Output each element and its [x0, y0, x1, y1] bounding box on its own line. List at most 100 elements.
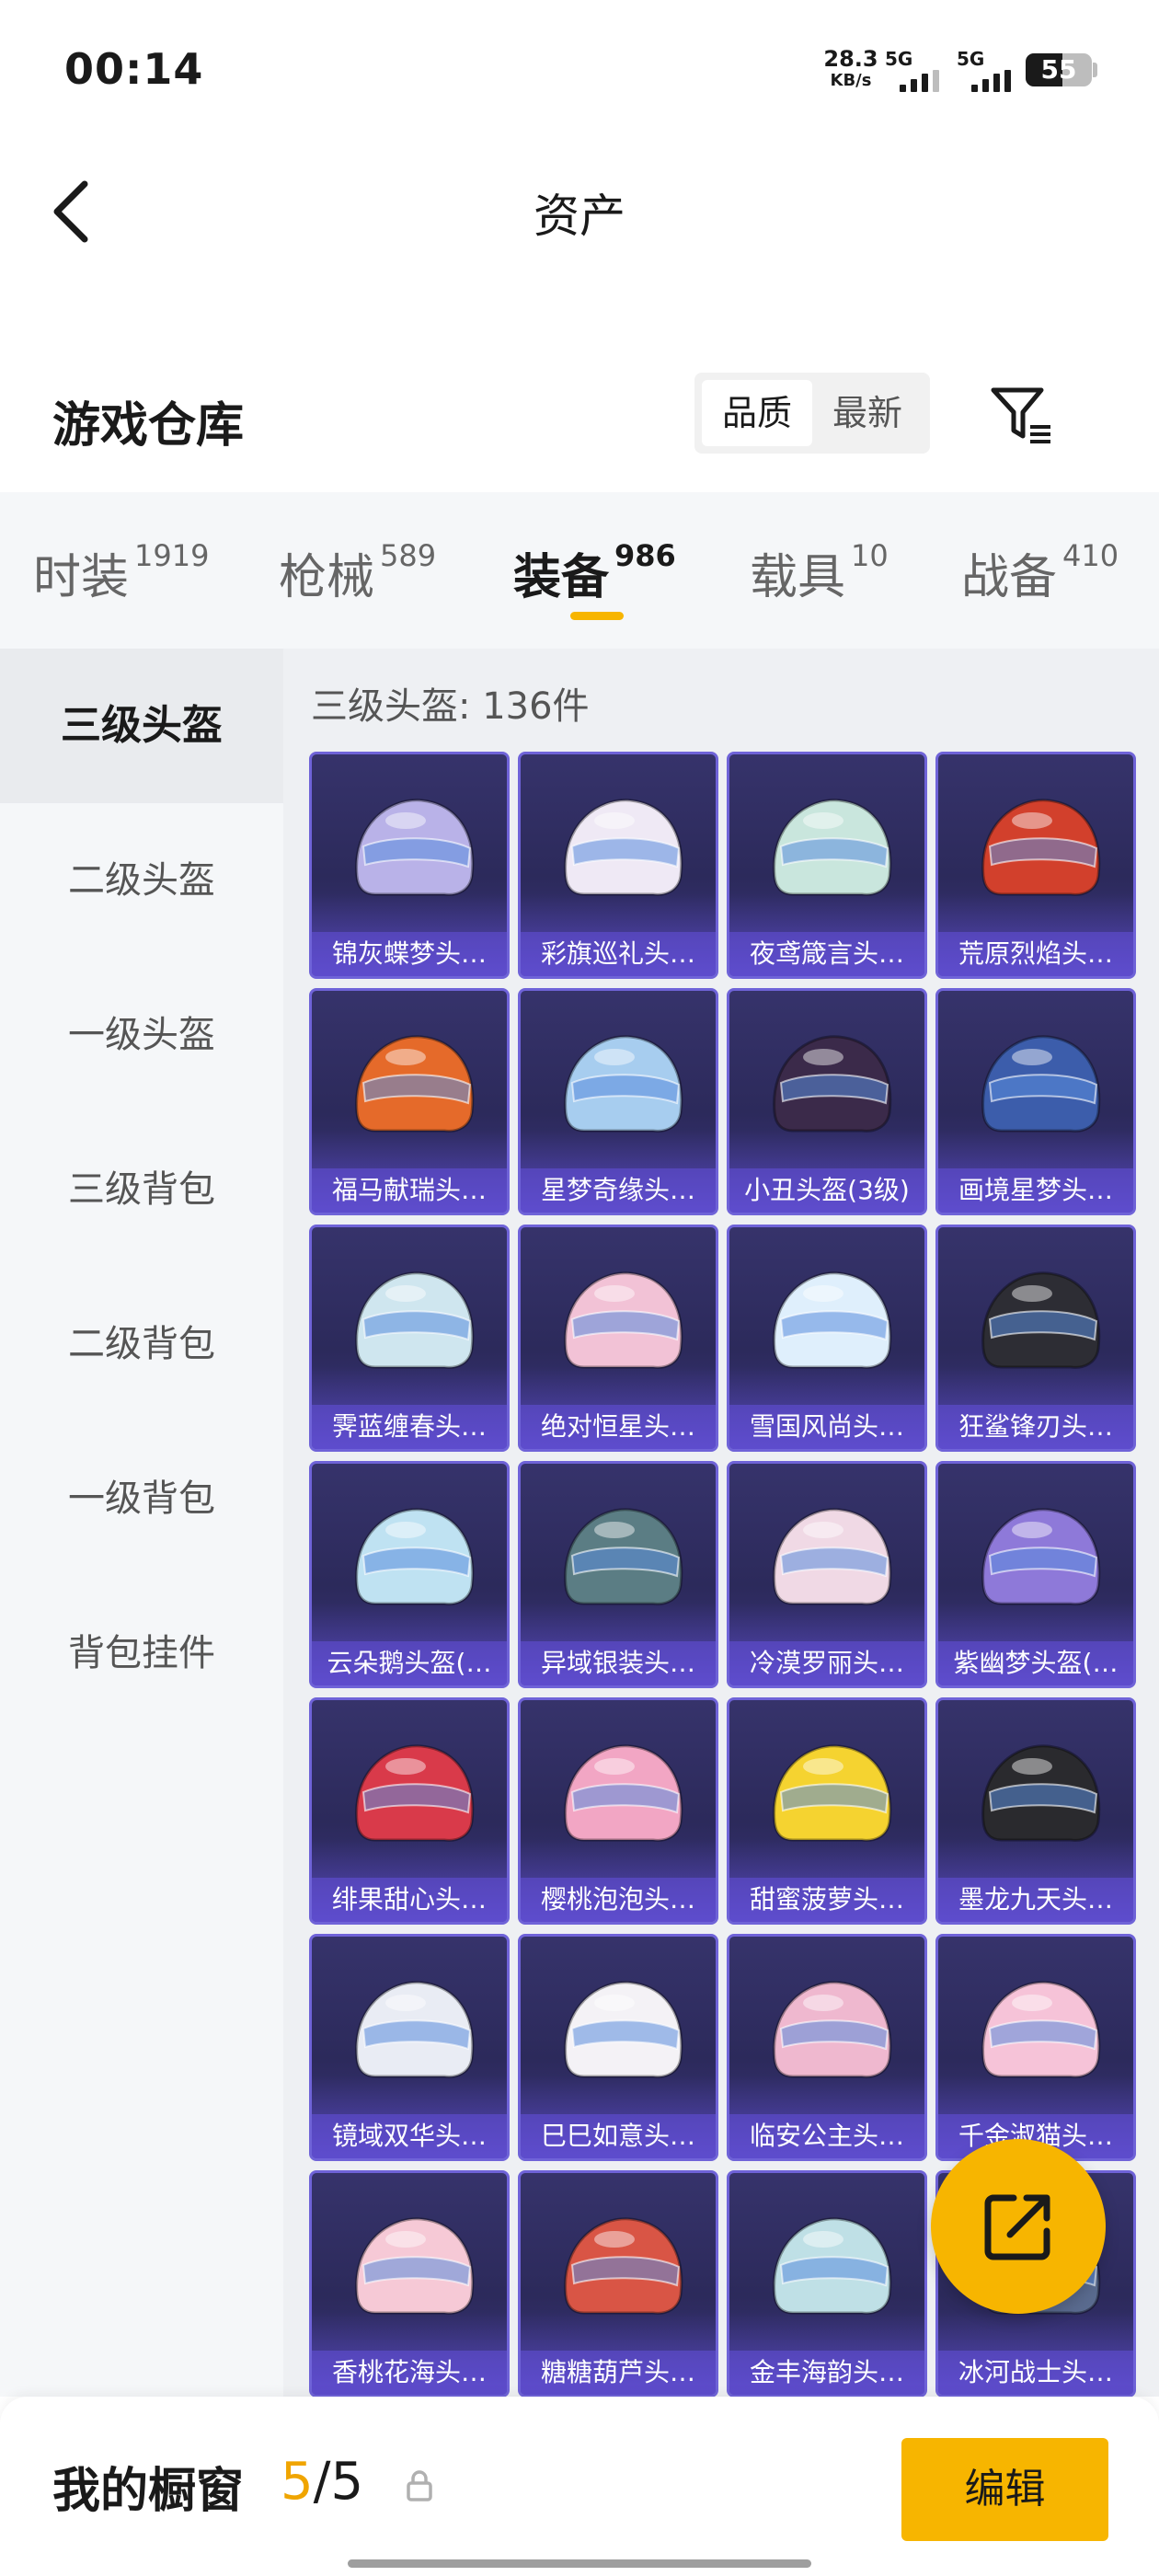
item-card[interactable]: 绝对恒星头…: [518, 1225, 718, 1452]
tab-supplies[interactable]: 战备 410: [961, 538, 1119, 607]
item-card[interactable]: 星梦奇缘头…: [518, 988, 718, 1215]
item-card[interactable]: 绯果甜心头…: [309, 1697, 510, 1925]
item-card[interactable]: 锦灰蝶梦头…: [309, 752, 510, 979]
item-card[interactable]: 紫幽梦头盔(…: [935, 1461, 1136, 1688]
item-name: 异域银装头…: [521, 1641, 716, 1685]
item-card[interactable]: 千金淑猫头…: [935, 1934, 1136, 2161]
item-name: 彩旗巡礼头…: [521, 932, 716, 976]
item-name: 冷漠罗丽头…: [729, 1641, 924, 1685]
sort-option-latest[interactable]: 最新: [812, 380, 923, 446]
showcase-count-total: /5: [313, 2452, 364, 2512]
battery-level: 55: [1040, 54, 1077, 85]
sidebar-item-level3-helmet[interactable]: 三级头盔: [0, 649, 283, 803]
item-card[interactable]: 福马献瑞头…: [309, 988, 510, 1215]
item-name: 紫幽梦头盔(…: [938, 1641, 1133, 1685]
filter-button[interactable]: [984, 377, 1058, 451]
tab-vehicles[interactable]: 载具 10: [750, 538, 889, 607]
helmet-icon: [773, 1744, 892, 1842]
showcase-bar: 我的橱窗 5/5 编辑: [0, 2397, 1159, 2576]
subcategory-sidebar: 三级头盔 二级头盔 一级头盔 三级背包 二级背包 一级背包 背包挂件: [0, 649, 283, 2397]
tab-equipment[interactable]: 装备 986: [513, 538, 676, 607]
helmet-icon: [355, 1035, 475, 1133]
sort-option-quality[interactable]: 品质: [702, 380, 812, 446]
item-name: 绝对恒星头…: [521, 1405, 716, 1449]
item-card[interactable]: 墨龙九天头…: [935, 1697, 1136, 1925]
signal-1: 5G: [885, 48, 940, 94]
helmet-icon: [773, 1271, 892, 1369]
tab-count: 410: [1062, 538, 1119, 573]
item-name: 糖糖葫芦头…: [521, 2351, 716, 2395]
sidebar-item-backpack-pendant[interactable]: 背包挂件: [0, 1576, 283, 1731]
item-card[interactable]: 临安公主头…: [727, 1934, 927, 2161]
sidebar-item-level1-helmet[interactable]: 一级头盔: [0, 958, 283, 1112]
sidebar-item-level3-backpack[interactable]: 三级背包: [0, 1112, 283, 1267]
helmet-icon: [355, 1744, 475, 1842]
item-card[interactable]: 冷漠罗丽头…: [727, 1461, 927, 1688]
item-name: 狂鲨锋刃头…: [938, 1405, 1133, 1449]
item-name: 冰河战士头…: [938, 2351, 1133, 2395]
item-name: 霁蓝缠春头…: [312, 1405, 507, 1449]
item-card[interactable]: 小丑头盔(3级): [727, 988, 927, 1215]
helmet-icon: [355, 1981, 475, 2078]
item-card[interactable]: 夜鸢箴言头…: [727, 752, 927, 979]
item-card[interactable]: 荒原烈焰头…: [935, 752, 1136, 979]
item-card[interactable]: 云朵鹅头盔(…: [309, 1461, 510, 1688]
helmet-icon: [564, 1271, 683, 1369]
item-card[interactable]: 樱桃泡泡头…: [518, 1697, 718, 1925]
sidebar-item-level1-backpack[interactable]: 一级背包: [0, 1421, 283, 1576]
category-tabs: 时装 1919 枪械 589 装备 986 载具 10 战备 410: [0, 492, 1159, 649]
helmet-icon: [773, 2217, 892, 2315]
item-name: 镜域双华头…: [312, 2114, 507, 2158]
item-name: 荒原烈焰头…: [938, 932, 1133, 976]
item-name: 雪国风尚头…: [729, 1405, 924, 1449]
network-speed: 28.3 KB/s: [814, 48, 888, 92]
sidebar-item-level2-helmet[interactable]: 二级头盔: [0, 803, 283, 958]
signal-2-bars-icon: [971, 70, 1011, 92]
item-card[interactable]: 镜域双华头…: [309, 1934, 510, 2161]
item-name: 香桃花海头…: [312, 2351, 507, 2395]
tab-label: 装备: [513, 550, 610, 605]
item-name: 墨龙九天头…: [938, 1878, 1133, 1922]
edit-button[interactable]: 编辑: [901, 2438, 1108, 2541]
tab-count: 10: [851, 538, 889, 573]
tab-count: 1919: [134, 538, 210, 573]
item-card[interactable]: 彩旗巡礼头…: [518, 752, 718, 979]
item-name: 甜蜜菠萝头…: [729, 1878, 924, 1922]
item-card[interactable]: 香桃花海头…: [309, 2170, 510, 2398]
helmet-icon: [564, 1508, 683, 1605]
tab-weapons[interactable]: 枪械 589: [279, 538, 436, 607]
signal-1-bars-icon: [900, 70, 939, 92]
item-card[interactable]: 霁蓝缠春头…: [309, 1225, 510, 1452]
item-card[interactable]: 雪国风尚头…: [727, 1225, 927, 1452]
helmet-icon: [981, 1744, 1101, 1842]
item-name: 巳巳如意头…: [521, 2114, 716, 2158]
helmet-icon: [773, 1035, 892, 1133]
signal-1-label: 5G: [885, 48, 913, 70]
showcase-label: 我的橱窗: [52, 2464, 245, 2519]
network-speed-value: 28.3: [823, 46, 878, 72]
item-name: 云朵鹅头盔(…: [312, 1641, 507, 1685]
item-card[interactable]: 甜蜜菠萝头…: [727, 1697, 927, 1925]
item-card[interactable]: 画境星梦头…: [935, 988, 1136, 1215]
helmet-icon: [564, 1035, 683, 1133]
item-card[interactable]: 糖糖葫芦头…: [518, 2170, 718, 2398]
item-count-label: 三级头盔: 136件: [311, 685, 590, 728]
status-time: 00:14: [64, 44, 204, 94]
helmet-icon: [355, 1508, 475, 1605]
item-name: 金丰海韵头…: [729, 2351, 924, 2395]
helmet-icon: [773, 799, 892, 896]
item-name: 锦灰蝶梦头…: [312, 932, 507, 976]
helmet-icon: [355, 799, 475, 896]
tab-label: 时装: [33, 550, 130, 605]
item-card[interactable]: 狂鲨锋刃头…: [935, 1225, 1136, 1452]
item-card[interactable]: 异域银装头…: [518, 1461, 718, 1688]
item-name: 小丑头盔(3级): [729, 1168, 924, 1213]
item-card[interactable]: 巳巳如意头…: [518, 1934, 718, 2161]
sidebar-item-level2-backpack[interactable]: 二级背包: [0, 1267, 283, 1421]
item-card[interactable]: 金丰海韵头…: [727, 2170, 927, 2398]
share-button[interactable]: [931, 2139, 1106, 2314]
page-title: 资产: [534, 190, 625, 243]
helmet-icon: [564, 2217, 683, 2315]
tab-count: 589: [380, 538, 437, 573]
tab-fashion[interactable]: 时装 1919: [33, 538, 209, 607]
